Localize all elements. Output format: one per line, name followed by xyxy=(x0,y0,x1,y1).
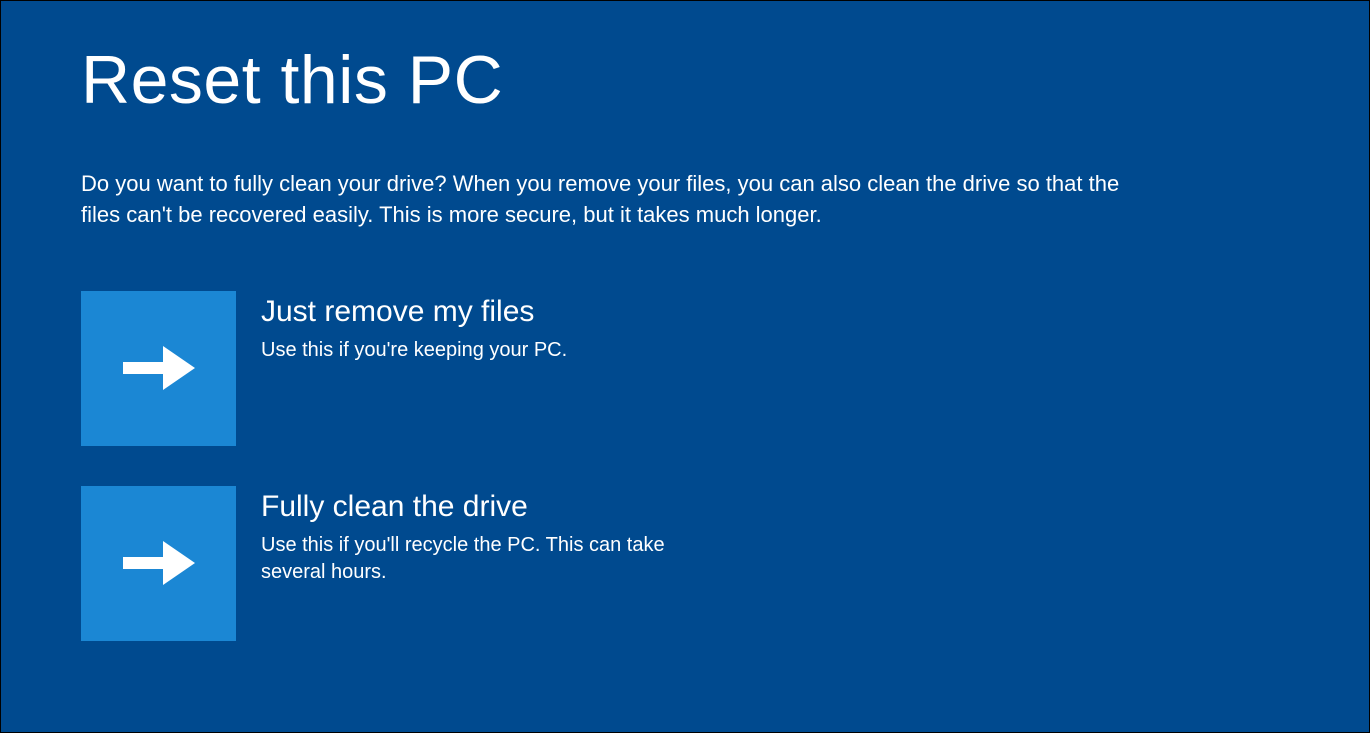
reset-pc-screen: Reset this PC Do you want to fully clean… xyxy=(1,1,1369,681)
option-fully-clean-drive[interactable]: Fully clean the drive Use this if you'll… xyxy=(81,486,1289,641)
page-description: Do you want to fully clean your drive? W… xyxy=(81,169,1161,231)
arrow-right-icon xyxy=(81,486,236,641)
option-description: Use this if you're keeping your PC. xyxy=(261,337,567,364)
option-text-block: Fully clean the drive Use this if you'll… xyxy=(261,486,681,586)
options-list: Just remove my files Use this if you're … xyxy=(81,291,1289,641)
option-title: Just remove my files xyxy=(261,295,567,329)
arrow-right-icon xyxy=(81,291,236,446)
option-title: Fully clean the drive xyxy=(261,490,681,524)
option-description: Use this if you'll recycle the PC. This … xyxy=(261,532,681,586)
option-text-block: Just remove my files Use this if you're … xyxy=(261,291,567,364)
page-title: Reset this PC xyxy=(81,41,1289,119)
option-just-remove-files[interactable]: Just remove my files Use this if you're … xyxy=(81,291,1289,446)
